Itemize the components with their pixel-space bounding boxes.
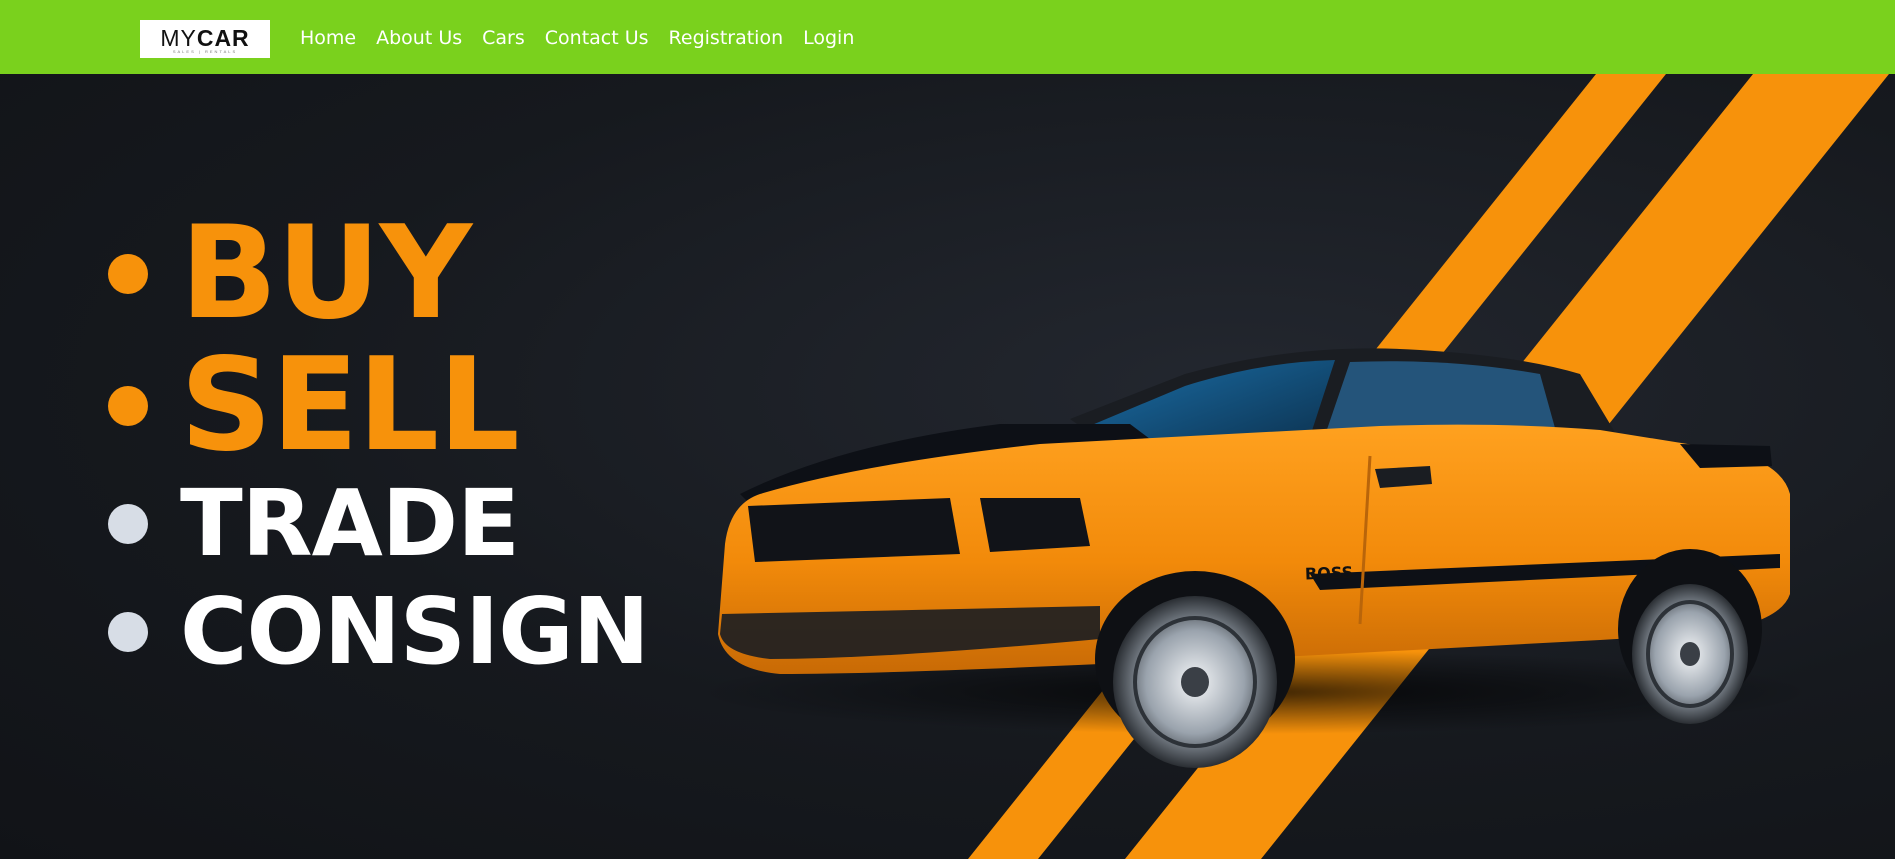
boss-badge: BOSS — [1305, 563, 1354, 584]
top-navbar: MYCAR SALES | RENTALS Home About Us Cars… — [0, 0, 1895, 74]
front-grille — [748, 498, 960, 562]
nav-login[interactable]: Login — [803, 24, 854, 52]
logo-text: MYCAR — [160, 24, 250, 51]
nav-registration[interactable]: Registration — [669, 24, 784, 52]
hero-banner: BUY SELL TRADE CONSIGN BOSS — [0, 74, 1895, 859]
nav-contact-us[interactable]: Contact Us — [545, 24, 649, 52]
logo-tagline: SALES | RENTALS — [172, 48, 238, 54]
rear-hub — [1680, 642, 1700, 666]
main-nav: Home About Us Cars Contact Us Registrati… — [300, 24, 874, 52]
nav-about-us[interactable]: About Us — [376, 24, 462, 52]
mycar-logo[interactable]: MYCAR SALES | RENTALS — [140, 20, 270, 58]
headlight — [980, 498, 1090, 552]
nav-home[interactable]: Home — [300, 24, 356, 52]
nav-cars[interactable]: Cars — [482, 24, 525, 52]
orange-mustang-car: BOSS — [695, 348, 1815, 768]
front-hub — [1181, 667, 1209, 697]
